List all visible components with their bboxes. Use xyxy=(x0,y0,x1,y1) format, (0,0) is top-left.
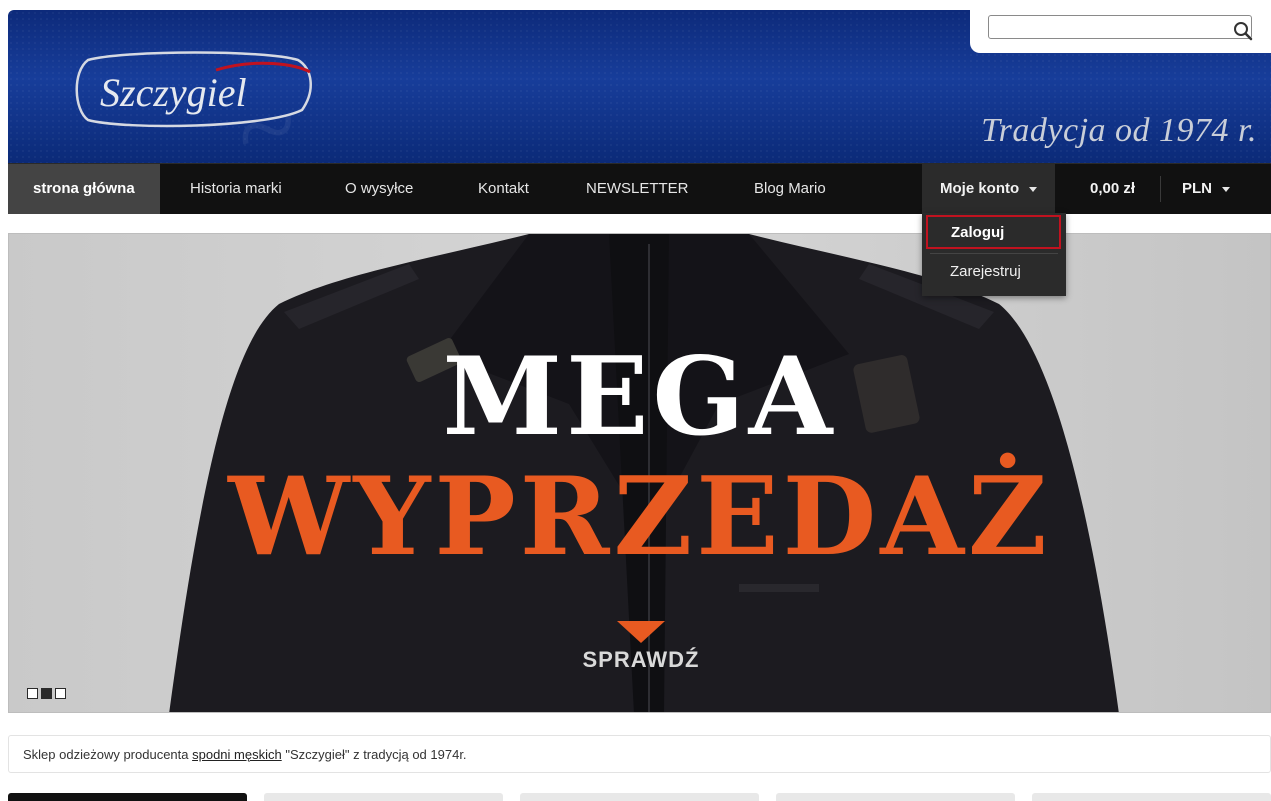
arrow-down-icon xyxy=(617,621,665,643)
search-input[interactable] xyxy=(988,15,1252,39)
brand-logo[interactable]: Szczygiel xyxy=(66,50,322,135)
slide-dot-1[interactable] xyxy=(27,688,38,699)
category-card-5[interactable] xyxy=(1032,793,1271,801)
login-menu-item[interactable]: Zaloguj xyxy=(926,215,1061,249)
register-menu-item[interactable]: Zarejestruj xyxy=(922,253,1066,291)
nav-item-home[interactable]: strona główna xyxy=(8,164,160,214)
brand-tagline: Tradycja od 1974 r. xyxy=(981,112,1257,149)
hero-cta[interactable]: SPRAWDŹ xyxy=(579,647,703,673)
account-dropdown: Zaloguj Zarejestruj xyxy=(922,213,1066,296)
trousers-link[interactable]: spodni męskich xyxy=(192,747,282,762)
nav-item-kontakt[interactable]: Kontakt xyxy=(478,164,529,214)
nav-item-newsletter[interactable]: NEWSLETTER xyxy=(586,164,689,214)
category-card-4[interactable] xyxy=(776,793,1015,801)
search-panel xyxy=(970,8,1271,53)
currency-selector[interactable]: PLN xyxy=(1182,164,1230,214)
account-label: Moje konto xyxy=(940,180,1020,197)
hero-banner[interactable]: MEGA WYPRZEDAŻ SPRAWDŹ xyxy=(8,233,1271,713)
shop-description-suffix: "Szczygieł" z tradycją od 1974r. xyxy=(281,747,467,762)
nav-item-wysylka[interactable]: O wysyłce xyxy=(345,164,413,214)
chevron-down-icon xyxy=(1222,186,1230,192)
main-nav: strona główna Historia marki O wysyłce K… xyxy=(8,163,1271,214)
account-menu-toggle[interactable]: Moje konto xyxy=(922,164,1056,214)
hero-title-mega: MEGA xyxy=(442,334,837,460)
slide-dot-2[interactable] xyxy=(41,688,52,699)
hero-title-sale: WYPRZEDAŻ xyxy=(228,454,1051,580)
search-icon[interactable] xyxy=(1232,20,1256,44)
slide-dot-3[interactable] xyxy=(55,688,66,699)
shop-description: Sklep odzieżowy producenta spodni męskic… xyxy=(8,735,1271,773)
shop-description-prefix: Sklep odzieżowy producenta xyxy=(23,747,193,762)
cart-total[interactable]: 0,00 zł xyxy=(1090,164,1135,214)
category-card-3[interactable] xyxy=(520,793,759,801)
slider-dots xyxy=(27,686,69,704)
currency-label: PLN xyxy=(1182,180,1212,197)
nav-divider xyxy=(1160,176,1161,202)
logo-text: Szczygiel xyxy=(100,70,247,115)
category-card-1[interactable] xyxy=(8,793,247,801)
nav-item-blog[interactable]: Blog Mario xyxy=(754,164,826,214)
category-card-2[interactable] xyxy=(264,793,503,801)
chevron-down-icon xyxy=(1029,186,1038,192)
nav-item-historia[interactable]: Historia marki xyxy=(190,164,282,214)
